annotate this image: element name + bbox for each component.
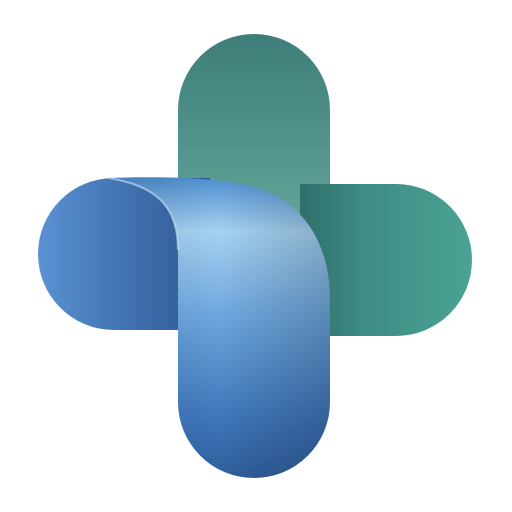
- icon-canvas: [0, 0, 512, 512]
- ribbon-medical-cross-icon: [38, 34, 472, 479]
